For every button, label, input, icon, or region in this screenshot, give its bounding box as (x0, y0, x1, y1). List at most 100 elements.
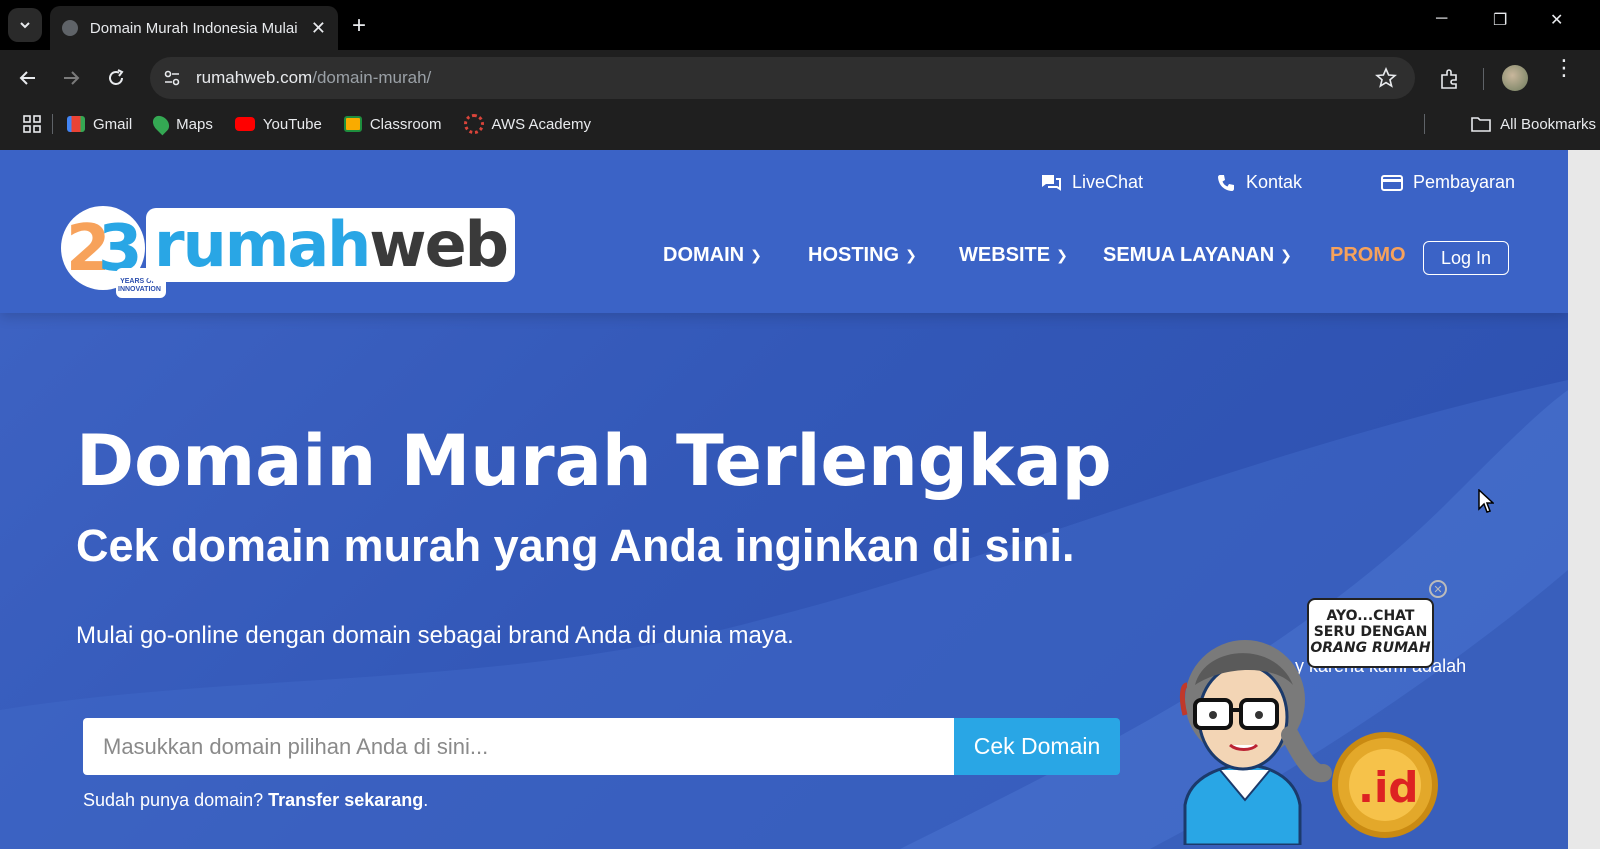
more-menu-icon[interactable]: ⋮ (1553, 57, 1575, 79)
livechat-label: LiveChat (1072, 172, 1144, 192)
bookmark-gmail[interactable]: Gmail (67, 116, 132, 133)
nav-promo-label: PROMO (1330, 244, 1406, 266)
id-accredited-badge-icon: .id (1332, 732, 1438, 838)
transfer-link[interactable]: Transfer sekarang (268, 790, 423, 810)
star-icon[interactable] (1375, 67, 1397, 89)
restore-icon[interactable]: ❐ (1493, 10, 1507, 30)
hero-description: Mulai go-online dengan domain sebagai br… (76, 622, 794, 649)
reload-button[interactable] (102, 64, 130, 92)
apps-grid-icon[interactable] (22, 114, 42, 134)
nav-hosting[interactable]: HOSTING ❯ (808, 244, 917, 267)
bookmark-label: Gmail (93, 115, 133, 133)
rumahweb-logo[interactable]: 2 3 YEARS OF INNOVATION rumahweb (58, 200, 516, 300)
globe-icon (62, 20, 78, 36)
bookmark-aws-academy[interactable]: AWS Academy (463, 114, 591, 134)
transfer-line: Sudah punya domain? Transfer sekarang. (83, 790, 428, 811)
hero-title: Domain Murah Terlengkap (76, 420, 1112, 502)
transfer-suffix: . (423, 790, 429, 810)
kontak-link[interactable]: Kontak (1216, 172, 1302, 193)
credit-card-icon (1381, 174, 1403, 191)
classroom-icon (343, 116, 362, 132)
nav-domain-label: DOMAIN (663, 244, 745, 266)
bookmark-youtube[interactable]: YouTube (234, 115, 322, 133)
nav-website[interactable]: WEBSITE ❯ (959, 244, 1068, 267)
close-icon[interactable]: ✕ (1429, 580, 1447, 598)
badge-line-2: INNOVATION (118, 286, 161, 293)
all-bookmarks-button[interactable]: All Bookmarks (1470, 115, 1596, 133)
arrow-right-icon (64, 71, 80, 85)
bookmark-label: YouTube (262, 115, 322, 133)
page-content: LiveChat Kontak Pembayaran 2 3 YEARS OF I… (0, 150, 1568, 849)
pembayaran-label: Pembayaran (1413, 172, 1516, 192)
new-tab-button[interactable]: + (352, 12, 366, 40)
close-icon[interactable]: ✕ (311, 18, 326, 39)
back-button[interactable] (14, 64, 42, 92)
bookmarks-divider (1424, 114, 1425, 134)
site-settings-icon[interactable] (162, 68, 182, 88)
pembayaran-link[interactable]: Pembayaran (1381, 172, 1515, 193)
bookmarks-divider (52, 114, 53, 134)
bookmark-label: AWS Academy (491, 115, 591, 133)
bookmarks-bar: Gmail Maps YouTube Classroom AWS Academy… (0, 106, 1600, 142)
bookmark-label: Classroom (369, 115, 442, 133)
minimize-icon[interactable]: ─ (1436, 10, 1447, 28)
avatar[interactable] (1502, 65, 1528, 91)
bubble-line-3: ORANG RUMAH (1309, 640, 1432, 656)
youtube-icon (234, 117, 255, 131)
address-bar[interactable]: rumahweb.com/domain-murah/ (150, 57, 1415, 99)
folder-icon (1471, 117, 1491, 132)
nav-domain[interactable]: DOMAIN ❯ (663, 244, 762, 267)
bookmark-classroom[interactable]: Classroom (343, 115, 442, 133)
chevron-down-icon: ❯ (1056, 247, 1068, 263)
all-bookmarks-label: All Bookmarks (1500, 115, 1596, 133)
toolbar-divider (1483, 68, 1484, 90)
login-button[interactable]: Log In (1423, 241, 1509, 275)
nav-semua-label: SEMUA LAYANAN (1103, 244, 1275, 266)
tab-search-button[interactable] (8, 8, 42, 42)
phone-icon (1218, 174, 1234, 191)
chevron-down-icon (20, 22, 30, 29)
chevron-down-icon: ❯ (1280, 247, 1292, 263)
mouse-cursor-icon (1478, 489, 1494, 513)
bookmark-maps[interactable]: Maps (149, 112, 213, 136)
bookmark-label: Maps (176, 115, 213, 133)
cek-domain-button[interactable]: Cek Domain (954, 718, 1120, 775)
reload-icon (109, 69, 124, 85)
logo-wordmark: rumahweb (146, 208, 516, 282)
svg-text:.id: .id (1358, 763, 1418, 812)
bubble-line-3-text: ORANG RUMAH (1310, 640, 1431, 656)
scrollbar[interactable] (1568, 150, 1600, 849)
nav-semua-layanan[interactable]: SEMUA LAYANAN ❯ (1103, 244, 1292, 267)
browser-chrome: Domain Murah Indonesia Mulai ✕ + ─ ❐ ✕ r… (0, 0, 1600, 150)
tab-strip: Domain Murah Indonesia Mulai ✕ + ─ ❐ ✕ (0, 0, 1600, 50)
chat-speech-bubble[interactable]: AYO...CHAT SERU DENGAN ORANG RUMAH (1307, 598, 1434, 668)
kontak-label: Kontak (1246, 172, 1303, 192)
bubble-line-1: AYO...CHAT (1326, 608, 1415, 624)
nav-hosting-label: HOSTING (808, 244, 900, 266)
maps-pin-icon (149, 112, 173, 136)
active-tab[interactable]: Domain Murah Indonesia Mulai ✕ (50, 6, 338, 50)
aws-academy-icon (463, 114, 484, 134)
livechat-widget[interactable]: .id AYO...CHAT SERU DENGAN ORANG RUMAH ✕ (1165, 580, 1455, 849)
toolbar: rumahweb.com/domain-murah/ ⋮ (0, 50, 1600, 106)
window-close-icon[interactable]: ✕ (1550, 10, 1563, 30)
logo-rumah: rumah (154, 208, 371, 281)
extensions-icon[interactable] (1438, 67, 1462, 91)
transfer-prefix: Sudah punya domain? (83, 790, 264, 810)
site-header: LiveChat Kontak Pembayaran 2 3 YEARS OF I… (0, 150, 1568, 313)
hero-subtitle: Cek domain murah yang Anda inginkan di s… (76, 520, 1075, 571)
domain-search-input[interactable] (83, 718, 955, 775)
gmail-icon (67, 116, 85, 132)
url-path: /domain-murah/ (312, 68, 432, 87)
logo-web: web (369, 208, 509, 281)
livechat-link[interactable]: LiveChat (1040, 172, 1143, 193)
chevron-down-icon: ❯ (905, 247, 917, 263)
tab-title: Domain Murah Indonesia Mulai (89, 19, 298, 37)
nav-promo[interactable]: PROMO (1330, 244, 1406, 267)
forward-button[interactable] (57, 64, 85, 92)
nav-website-label: WEBSITE (959, 244, 1051, 266)
url-host: rumahweb.com (196, 68, 313, 87)
bubble-line-2: SERU DENGAN (1313, 624, 1428, 640)
chat-icon (1042, 174, 1061, 191)
arrow-left-icon (19, 71, 35, 85)
